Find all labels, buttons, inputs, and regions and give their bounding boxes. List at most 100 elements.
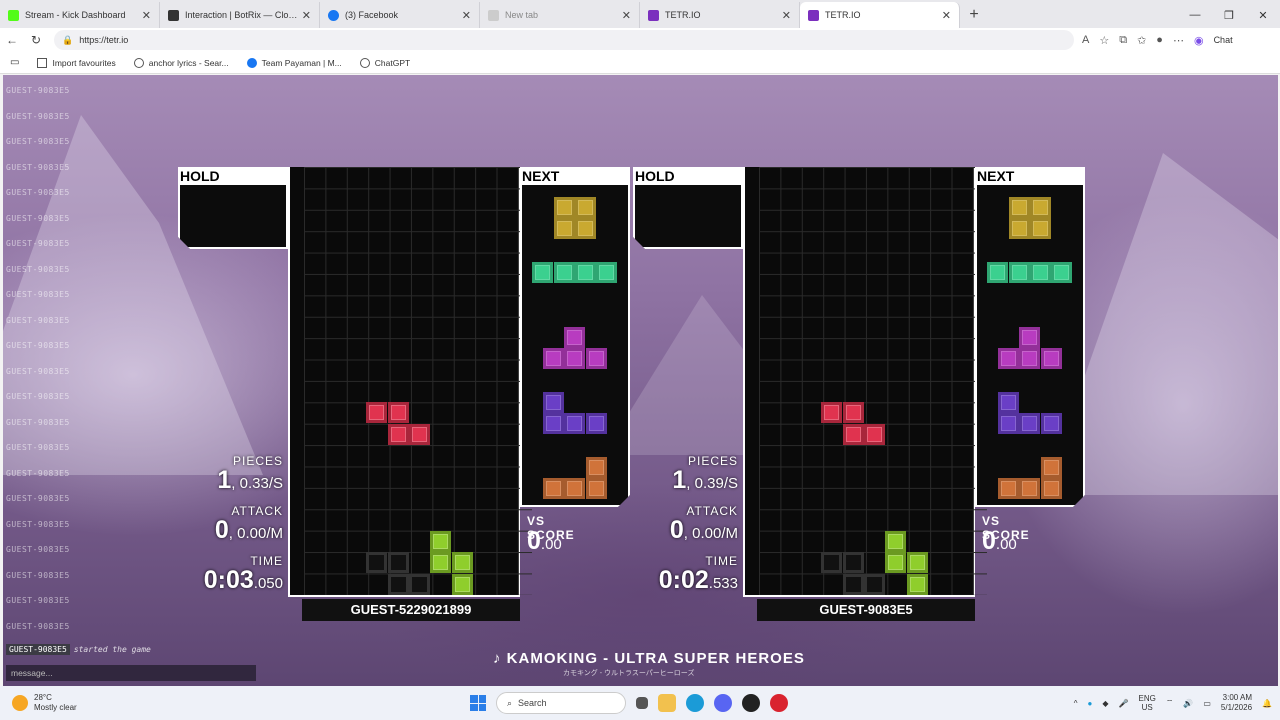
- next-piece-block: [585, 348, 607, 370]
- weather-widget[interactable]: 28°C Mostly clear: [12, 693, 77, 713]
- tetrio-icon: [648, 9, 659, 21]
- next-piece-block: [1040, 457, 1062, 478]
- tab-tetrio-2[interactable]: TETR.IO ✕: [800, 2, 960, 28]
- close-icon[interactable]: ✕: [142, 9, 151, 22]
- profile-icon[interactable]: ●: [1156, 34, 1163, 46]
- next-piece-block: [1040, 478, 1062, 500]
- messenger-icon: [246, 57, 257, 68]
- minimize-button[interactable]: —: [1178, 9, 1212, 21]
- close-icon[interactable]: ✕: [942, 9, 951, 22]
- chat-line: GUEST-9083E5: [6, 264, 70, 274]
- close-icon[interactable]: ✕: [462, 9, 471, 22]
- chat-line: GUEST-9083E5: [6, 366, 70, 376]
- pieces-value: 1, 0.33/S: [217, 466, 283, 494]
- volume-icon[interactable]: 🔊: [1183, 699, 1193, 708]
- read-aloud-icon[interactable]: A: [1082, 34, 1089, 46]
- sidebar-toggle-icon[interactable]: ▭: [10, 57, 19, 68]
- more-icon[interactable]: ⋯: [1173, 34, 1184, 47]
- kick-icon: [8, 9, 19, 21]
- discord-icon[interactable]: [714, 694, 732, 712]
- active-piece-block: [387, 423, 409, 445]
- chat-button[interactable]: Chat: [1214, 35, 1233, 45]
- placed-block: [451, 552, 473, 574]
- next-piece-block: [564, 348, 586, 370]
- next-piece-block: [1040, 348, 1062, 370]
- vs-score-value: 0.00: [982, 527, 1017, 555]
- favorites-bar: ▭ Import favourites anchor lyrics - Sear…: [0, 52, 1280, 74]
- next-piece-block: [1040, 413, 1062, 435]
- taskbar-search[interactable]: ⌕ Search: [496, 692, 626, 714]
- pieces-value: 1, 0.39/S: [672, 466, 738, 494]
- playfield-grid: [759, 167, 987, 595]
- address-bar[interactable]: 🔒 https://tetr.io: [54, 30, 1074, 50]
- chat-line: GUEST-9083E5: [6, 545, 70, 554]
- edge-icon[interactable]: [686, 694, 704, 712]
- app-tray-icon[interactable]: ◆: [1102, 699, 1108, 708]
- chatgpt-icon: [359, 57, 370, 68]
- next-piece-block: [553, 262, 575, 283]
- playfield-grid: [304, 167, 532, 595]
- favorites-icon[interactable]: ✩: [1137, 34, 1146, 47]
- tab-facebook[interactable]: (3) Facebook ✕: [320, 2, 480, 28]
- newtab-icon: [488, 9, 499, 21]
- notification-icon[interactable]: 🔔: [1262, 699, 1272, 708]
- next-piece-block: [1030, 262, 1051, 283]
- start-button[interactable]: [470, 695, 486, 711]
- close-icon[interactable]: ✕: [622, 9, 631, 22]
- chat-line: GUEST-9083E5: [6, 621, 70, 631]
- refresh-icon[interactable]: ↻: [24, 33, 48, 47]
- botrix-icon: [168, 9, 179, 21]
- close-icon[interactable]: ✕: [302, 9, 311, 22]
- attack-value: 0, 0.00/M: [669, 516, 738, 544]
- task-view-icon[interactable]: [636, 697, 648, 709]
- player-name: GUEST-9083E5: [757, 599, 975, 621]
- ghost-block: [366, 552, 388, 574]
- language-indicator[interactable]: ENG US: [1138, 694, 1155, 712]
- back-icon[interactable]: ←: [0, 33, 24, 47]
- tetrio-game[interactable]: GUEST-9083E5 GUEST-9083E5 GUEST-9083E5 GUES…: [3, 75, 1278, 686]
- battery-icon[interactable]: ▭: [1203, 699, 1211, 708]
- tab-kick[interactable]: Stream - Kick Dashboard ✕: [0, 2, 160, 28]
- chat-last-line: GUEST-9083E5 started the game: [6, 644, 151, 655]
- next-piece-block: [564, 327, 586, 348]
- time-value: 0:03.050: [203, 566, 283, 594]
- restore-button[interactable]: ❐: [1212, 9, 1246, 22]
- mic-icon[interactable]: 🎤: [1119, 699, 1129, 708]
- obs-record-icon[interactable]: [770, 694, 788, 712]
- taskbar: 28°C Mostly clear ⌕ Search ^ ● ◆ 🎤 ENG US ⌔…: [0, 686, 1280, 720]
- next-piece-block: [553, 218, 575, 240]
- wifi-icon[interactable]: ⌔: [1166, 698, 1174, 708]
- next-piece-block: [1008, 262, 1030, 283]
- chat-line: GUEST-9083E5: [6, 417, 70, 427]
- tray-overflow-icon[interactable]: ^: [1074, 699, 1078, 708]
- copilot-icon[interactable]: ◉: [1194, 34, 1204, 47]
- chat-line: GUEST-9083E5: [6, 519, 70, 529]
- next-label: NEXT: [520, 167, 630, 185]
- close-icon[interactable]: ✕: [782, 9, 791, 22]
- app-icon[interactable]: [742, 694, 760, 712]
- player-name: GUEST-5229021899: [302, 599, 520, 621]
- favorite-lyrics[interactable]: anchor lyrics - Sear...: [133, 57, 229, 68]
- favorite-import[interactable]: Import favourites: [37, 57, 116, 68]
- next-piece-block: [997, 413, 1019, 435]
- now-playing-subtitle: カモキング - ウルトラスーパーヒーローズ: [563, 670, 695, 677]
- chat-log: GUEST-9083E5 GUEST-9083E5 GUEST-9083E5 GUES…: [6, 85, 96, 646]
- next-piece-block: [1008, 218, 1030, 240]
- clock[interactable]: 3:00 AM 5/1/2026: [1221, 693, 1252, 713]
- vs-score-value: 0.00: [527, 527, 562, 555]
- close-window-button[interactable]: ✕: [1246, 9, 1280, 22]
- hold-label: HOLD: [633, 167, 743, 185]
- tab-newtab[interactable]: New tab ✕: [480, 2, 640, 28]
- favorite-team-payaman[interactable]: Team Payaman | M...: [246, 57, 342, 68]
- tab-botrix[interactable]: Interaction | BotRix — Cloud Streaming✕: [160, 2, 320, 28]
- tab-tetrio-1[interactable]: TETR.IO ✕: [640, 2, 800, 28]
- chat-line: GUEST-9083E5: [6, 341, 70, 350]
- new-tab-button[interactable]: +: [960, 2, 988, 28]
- chat-message-input[interactable]: message...: [6, 665, 256, 681]
- onedrive-icon[interactable]: ●: [1088, 699, 1093, 708]
- file-explorer-icon[interactable]: [658, 694, 676, 712]
- active-piece-block: [409, 423, 430, 445]
- favorite-chatgpt[interactable]: ChatGPT: [359, 57, 410, 68]
- split-screen-icon[interactable]: ⧉: [1119, 34, 1127, 47]
- favorite-star-icon[interactable]: ☆: [1099, 34, 1109, 47]
